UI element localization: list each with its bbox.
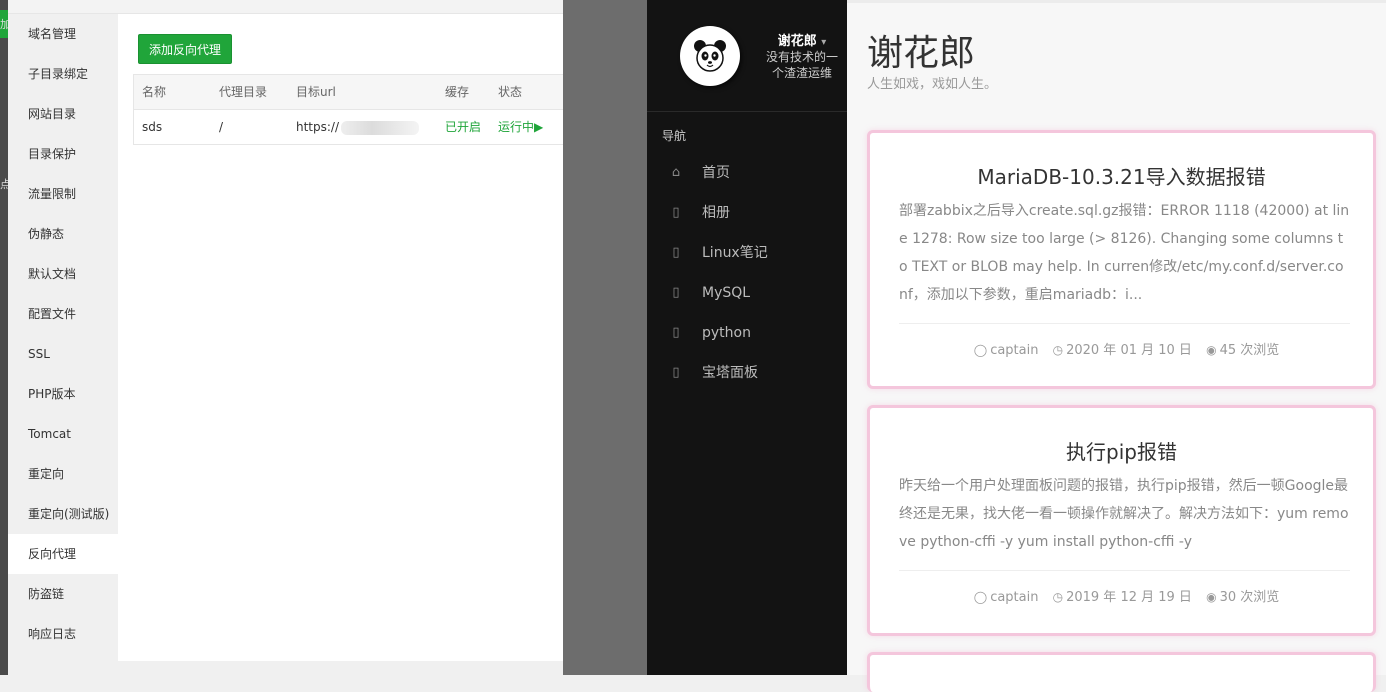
- column-header-name: 名称: [142, 85, 167, 99]
- sidebar-item-response-log[interactable]: 响应日志: [8, 614, 118, 654]
- sidebar-item-reverse-proxy[interactable]: 反向代理: [8, 534, 118, 574]
- background-window-edge: 加 点: [0, 0, 11, 675]
- author-name-text: 谢花郎: [777, 34, 817, 49]
- post-meta: ◯ captain ◷ 2019 年 12 月 19 日 ◉ 30 次浏览: [870, 586, 1373, 605]
- nav-label: python: [702, 325, 751, 341]
- eye-icon: ◉: [1206, 343, 1217, 357]
- blog-main: 谢花郎 人生如戏，戏如人生。 MariaDB-10.3.21导入数据报错 部署z…: [847, 0, 1386, 692]
- user-icon: ◯: [973, 343, 988, 357]
- post-divider: [899, 323, 1350, 324]
- python-icon: ▯: [672, 325, 680, 340]
- mysql-icon: ▯: [672, 285, 680, 300]
- author-description-line: 没有技术的一: [765, 50, 838, 64]
- nav-item-mysql[interactable]: ▯ MySQL: [647, 273, 847, 313]
- column-header-cache: 缓存: [445, 85, 470, 99]
- post-divider: [899, 570, 1350, 571]
- sidebar-item-domain[interactable]: 域名管理: [8, 14, 118, 54]
- post-meta: ◯ captain ◷ 2020 年 01 月 10 日 ◉ 45 次浏览: [870, 339, 1373, 358]
- nav-item-bt-panel[interactable]: ▯ 宝塔面板: [647, 353, 847, 393]
- sidebar-item-config-file[interactable]: 配置文件: [8, 294, 118, 334]
- nav-label: 宝塔面板: [702, 365, 758, 381]
- column-header-status: 状态: [498, 85, 523, 99]
- cell-proxy-dir: /: [219, 120, 224, 134]
- post-author[interactable]: captain: [990, 343, 1038, 358]
- post-card[interactable]: 执行pip报错 昨天给一个用户处理面板问题的报错，执行pip报错，然后一顿Goo…: [867, 405, 1376, 636]
- album-icon: ▯: [672, 205, 680, 220]
- sidebar-item-redirect-beta[interactable]: 重定向(测试版): [8, 494, 118, 534]
- reverse-proxy-panel: 添加反向代理 名称 代理目录 目标url 缓存 状态 sds / https:/…: [126, 14, 564, 661]
- column-header-target-url: 目标url: [296, 85, 336, 99]
- cache-toggle[interactable]: 已开启: [445, 110, 481, 144]
- post-author[interactable]: captain: [990, 590, 1038, 605]
- table-header-row: 名称 代理目录 目标url 缓存 状态: [134, 75, 564, 110]
- user-icon: ◯: [973, 590, 988, 604]
- modal-sidebar: 域名管理 子目录绑定 网站目录 目录保护 流量限制 伪静态 默认文档 配置文件 …: [8, 14, 118, 661]
- proxy-table: 名称 代理目录 目标url 缓存 状态 sds / https:// 已开启 运…: [133, 74, 564, 145]
- nav-label: Linux笔记: [702, 245, 768, 261]
- post-date: 2019 年 12 月 19 日: [1066, 590, 1192, 605]
- post-date: 2020 年 01 月 10 日: [1066, 343, 1192, 358]
- column-header-proxy-dir: 代理目录: [219, 85, 268, 99]
- sidebar-item-php-version[interactable]: PHP版本: [8, 374, 118, 414]
- table-row: sds / https:// 已开启 运行中▶: [134, 110, 564, 144]
- clock-icon: ◷: [1052, 590, 1064, 604]
- sidebar-item-hotlink-protect[interactable]: 防盗链: [8, 574, 118, 614]
- add-reverse-proxy-button[interactable]: 添加反向代理: [138, 34, 232, 64]
- nav-item-linux[interactable]: ▯ Linux笔记: [647, 233, 847, 273]
- post-views: 30 次浏览: [1219, 590, 1280, 605]
- top-divider: [847, 0, 1386, 3]
- target-url-text: https://: [296, 120, 340, 134]
- linux-icon: ▯: [672, 245, 680, 260]
- author-description: 没有技术的一 个渣渣运维: [757, 49, 847, 81]
- status-toggle[interactable]: 运行中▶: [498, 110, 543, 144]
- post-excerpt: 部署zabbix之后导入create.sql.gz报错：ERROR 1118 (…: [899, 203, 1350, 303]
- sidebar-item-ssl[interactable]: SSL: [8, 334, 118, 374]
- nav-label: MySQL: [702, 285, 751, 301]
- nav-item-album[interactable]: ▯ 相册: [647, 193, 847, 233]
- author-name[interactable]: 谢花郎 ▾: [757, 30, 847, 49]
- panel-icon: ▯: [672, 365, 680, 380]
- post-card[interactable]: [867, 652, 1376, 692]
- modal-backdrop: [563, 0, 647, 675]
- sidebar-item-dir-protect[interactable]: 目录保护: [8, 134, 118, 174]
- post-card[interactable]: MariaDB-10.3.21导入数据报错 部署zabbix之后导入create…: [867, 130, 1376, 389]
- sidebar-item-rewrite[interactable]: 伪静态: [8, 214, 118, 254]
- sidebar-item-traffic-limit[interactable]: 流量限制: [8, 174, 118, 214]
- cell-target-url: https://: [296, 110, 420, 144]
- sidebar-divider: [647, 111, 847, 112]
- eye-icon: ◉: [1206, 590, 1217, 604]
- blog-sidebar: 谢花郎 ▾ 没有技术的一 个渣渣运维 导航 ⌂ 首页 ▯ 相册 ▯ Linux笔…: [647, 0, 847, 675]
- site-title[interactable]: 谢花郎: [867, 24, 975, 76]
- avatar[interactable]: [680, 26, 740, 86]
- author-description-line: 个渣渣运维: [771, 66, 832, 80]
- nav-item-home[interactable]: ⌂ 首页: [647, 153, 847, 193]
- post-views: 45 次浏览: [1219, 343, 1280, 358]
- nav-label: 相册: [702, 205, 730, 221]
- sidebar-item-tomcat[interactable]: Tomcat: [8, 414, 118, 454]
- home-icon: ⌂: [671, 165, 681, 180]
- nav-heading: 导航: [662, 129, 687, 143]
- modal-title-bar: [8, 0, 563, 14]
- sidebar-item-site-dir[interactable]: 网站目录: [8, 94, 118, 134]
- sidebar-item-redirect[interactable]: 重定向: [8, 454, 118, 494]
- site-subtitle: 人生如戏，戏如人生。: [867, 77, 998, 92]
- panda-icon: [694, 40, 726, 72]
- redacted-url: [341, 120, 420, 135]
- post-title[interactable]: 执行pip报错: [870, 436, 1373, 465]
- post-excerpt: 昨天给一个用户处理面板问题的报错，执行pip报错，然后一顿Google最终还是无…: [899, 478, 1349, 550]
- chevron-down-icon: ▾: [821, 37, 827, 48]
- site-settings-modal: 域名管理 子目录绑定 网站目录 目录保护 流量限制 伪静态 默认文档 配置文件 …: [8, 0, 564, 661]
- clock-icon: ◷: [1052, 343, 1064, 357]
- sidebar-item-default-doc[interactable]: 默认文档: [8, 254, 118, 294]
- post-title[interactable]: MariaDB-10.3.21导入数据报错: [870, 161, 1373, 190]
- nav-item-python[interactable]: ▯ python: [647, 313, 847, 353]
- sidebar-item-subdir-binding[interactable]: 子目录绑定: [8, 54, 118, 94]
- nav-label: 首页: [702, 165, 730, 181]
- cell-name: sds: [142, 120, 163, 134]
